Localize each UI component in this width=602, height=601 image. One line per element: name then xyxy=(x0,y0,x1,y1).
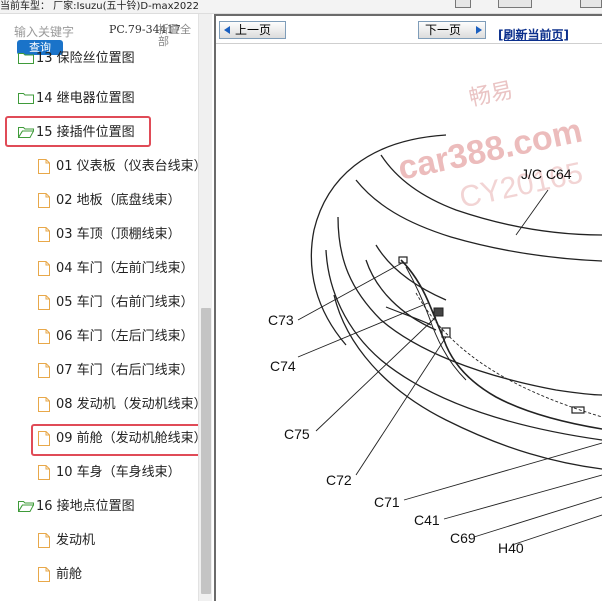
connector-label: C41 xyxy=(414,512,440,528)
watermark-line-1: 畅易 xyxy=(467,77,515,111)
search-input[interactable] xyxy=(14,24,104,40)
folder-icon xyxy=(18,53,34,64)
document-icon xyxy=(38,227,50,242)
tree-item-label: 01 仪表板（仪表台线束） xyxy=(56,159,207,174)
prev-page-label: 上一页 xyxy=(235,23,272,37)
watermark: 畅易 car388.com CY20165 xyxy=(395,77,586,215)
tree-item-doc[interactable]: 07 车门（右后门线束） xyxy=(0,354,198,388)
tree-item-doc[interactable]: 04 车门（左前门线束） xyxy=(0,252,198,286)
connector-label: C73 xyxy=(268,312,294,328)
tree-item-doc[interactable]: 08 发动机（发动机线束） xyxy=(0,388,207,422)
document-icon xyxy=(38,397,50,412)
tree-item-doc[interactable]: 06 车门（左后门线束） xyxy=(0,320,198,354)
document-icon xyxy=(38,159,50,174)
connector-location-drawing: 畅易 car388.com CY20165 J/C C64 C73 C74 C7… xyxy=(268,77,602,556)
tree-item-doc[interactable]: 10 车身（车身线束） xyxy=(0,456,198,490)
toolbar-button-stub[interactable] xyxy=(580,0,602,8)
tree-item-doc[interactable]: 01 仪表板（仪表台线束） xyxy=(0,150,207,184)
connector-label: C71 xyxy=(374,494,400,510)
connector-label: J/C C64 xyxy=(521,166,572,182)
left-panel: 查询 PC.79-34417 折叠全部 13 保险丝位置图 14 继电器位置图 … xyxy=(0,14,212,601)
scrollbar-thumb[interactable] xyxy=(201,308,211,594)
content-panel: 上一页 下一页 [刷新当前页] 畅易 car388.com CY20165 J/… xyxy=(214,14,602,601)
next-page-button[interactable]: 下一页 xyxy=(418,21,486,39)
tree-item-doc[interactable]: 05 车门（右前门线束） xyxy=(0,286,198,320)
prev-page-button[interactable]: 上一页 xyxy=(219,21,286,39)
tree-item-doc[interactable]: 02 地板（底盘线束） xyxy=(0,184,198,218)
document-icon xyxy=(38,567,50,582)
tree-item-label: 16 接地点位置图 xyxy=(36,499,135,514)
arrow-left-icon xyxy=(224,26,230,34)
connector-label: C75 xyxy=(284,426,310,442)
tree-item-label: 03 车顶（顶棚线束） xyxy=(56,227,181,242)
header-bar: 当前车型： 厂家:Isuzu(五十铃)D-max2022 xyxy=(0,0,602,14)
document-icon xyxy=(38,465,50,480)
tree-item-folder[interactable]: 14 继电器位置图 xyxy=(0,82,198,116)
document-icon xyxy=(38,329,50,344)
tree-item-label: 05 车门（右前门线束） xyxy=(56,295,194,310)
connector-label: C69 xyxy=(450,530,476,546)
document-icon xyxy=(38,193,50,208)
toolbar-button-stub[interactable] xyxy=(455,0,471,8)
tree-item-doc[interactable]: 发动机 xyxy=(0,524,198,558)
tree-item-partial[interactable]: 13 保险丝位置图 xyxy=(0,42,198,76)
tree-item-label: 13 保险丝位置图 xyxy=(36,51,135,66)
document-icon xyxy=(38,295,50,310)
tree-item-label: 发动机 xyxy=(56,533,96,548)
folder-icon xyxy=(18,93,34,104)
tree-item-label: 06 车门（左后门线束） xyxy=(56,329,194,344)
folder-open-icon xyxy=(18,501,34,512)
refresh-page-link[interactable]: [刷新当前页] xyxy=(498,26,569,43)
tree-item-label: 14 继电器位置图 xyxy=(36,91,135,106)
connector-diagram: 畅易 car388.com CY20165 J/C C64 C73 C74 C7… xyxy=(216,45,602,601)
page-nav: 上一页 下一页 [刷新当前页] xyxy=(216,16,602,44)
document-icon xyxy=(38,261,50,276)
tree-item-label: 08 发动机（发动机线束） xyxy=(56,397,207,412)
tree-item-label: 10 车身（车身线束） xyxy=(56,465,181,480)
tree-item-label: 前舱 xyxy=(56,567,83,582)
tree-item-doc[interactable]: 03 车顶（顶棚线束） xyxy=(0,218,198,252)
connector-label: C74 xyxy=(270,358,296,374)
tree-scrollbar[interactable] xyxy=(198,14,212,601)
tree-item-folder-open[interactable]: 16 接地点位置图 xyxy=(0,490,198,524)
tree-item-label: 07 车门（右后门线束） xyxy=(56,363,194,378)
toolbar-button-stub[interactable] xyxy=(498,0,532,8)
next-page-label: 下一页 xyxy=(425,23,462,37)
tree-item-label: 02 地板（底盘线束） xyxy=(56,193,181,208)
highlight-box xyxy=(5,116,151,147)
connector-label: C72 xyxy=(326,472,352,488)
document-icon xyxy=(38,533,50,548)
connector-label: H40 xyxy=(498,540,524,556)
tree-item-doc[interactable]: 前舱 xyxy=(0,558,198,592)
document-icon xyxy=(38,363,50,378)
current-car-text: 当前车型： 厂家:Isuzu(五十铃)D-max2022 xyxy=(0,1,199,12)
highlight-box xyxy=(31,424,202,456)
arrow-right-icon xyxy=(476,26,482,34)
tree-item-label: 04 车门（左前门线束） xyxy=(56,261,194,276)
